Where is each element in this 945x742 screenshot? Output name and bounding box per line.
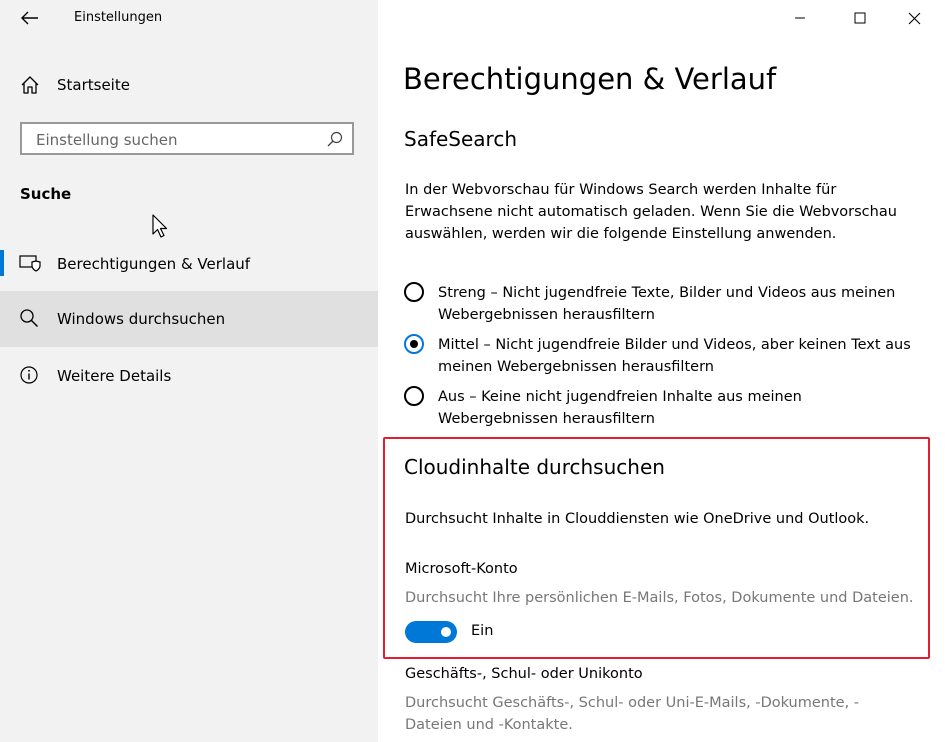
info-icon xyxy=(19,365,39,389)
sidebar: Einstellungen Startseite Suche B xyxy=(0,0,378,742)
radio-label: Aus – Keine nicht jugendfreien Inhalte a… xyxy=(438,389,802,427)
sidebar-item-search-windows[interactable]: Windows durchsuchen xyxy=(0,291,378,347)
sidebar-item-label: Startseite xyxy=(57,76,130,94)
work-account-label: Geschäfts-, Schul- oder Unikonto xyxy=(405,666,643,682)
radio-option-strict[interactable]: Streng – Nicht jugendfreie Texte, Bilder… xyxy=(404,282,924,326)
active-indicator xyxy=(0,250,4,276)
microsoft-account-label: Microsoft-Konto xyxy=(405,561,518,577)
radio-button[interactable] xyxy=(404,386,424,406)
safesearch-heading: SafeSearch xyxy=(404,127,518,151)
microsoft-account-toggle[interactable] xyxy=(405,621,457,643)
back-arrow-icon xyxy=(21,11,38,25)
maximize-icon xyxy=(854,12,866,24)
cloud-search-heading: Cloudinhalte durchsuchen xyxy=(404,455,665,479)
sidebar-item-label: Berechtigungen & Verlauf xyxy=(57,255,251,273)
sidebar-item-permissions-history[interactable]: Berechtigungen & Verlauf xyxy=(0,236,378,292)
radio-option-off[interactable]: Aus – Keine nicht jugendfreien Inhalte a… xyxy=(404,386,924,430)
home-icon xyxy=(20,75,40,99)
permissions-history-icon xyxy=(19,253,41,277)
radio-button[interactable] xyxy=(404,282,424,302)
minimize-icon xyxy=(795,17,805,19)
toggle-state-label: Ein xyxy=(471,623,494,639)
main-content: Berechtigungen & Verlauf SafeSearch In d… xyxy=(378,0,945,742)
sidebar-item-more-details[interactable]: Weitere Details xyxy=(0,348,378,404)
sidebar-item-label: Windows durchsuchen xyxy=(57,310,226,328)
settings-search-input[interactable] xyxy=(34,129,318,151)
settings-search-box[interactable] xyxy=(20,122,354,155)
radio-button-selected[interactable] xyxy=(404,334,424,354)
minimize-button[interactable] xyxy=(777,6,823,30)
work-account-description: Durchsucht Geschäfts-, Schul- oder Uni-E… xyxy=(405,695,860,733)
close-icon xyxy=(908,12,920,24)
radio-label: Streng – Nicht jugendfreie Texte, Bilder… xyxy=(438,285,896,323)
cloud-search-description: Durchsucht Inhalte in Clouddiensten wie … xyxy=(405,511,870,527)
sidebar-item-home[interactable]: Startseite xyxy=(0,66,378,104)
microsoft-account-description: Durchsucht Ihre persönlichen E-Mails, Fo… xyxy=(405,590,914,606)
maximize-button[interactable] xyxy=(837,6,883,30)
page-title: Berechtigungen & Verlauf xyxy=(403,62,777,96)
radio-option-moderate[interactable]: Mittel – Nicht jugendfreie Bilder und Vi… xyxy=(404,334,924,378)
back-button[interactable] xyxy=(18,6,42,30)
search-icon[interactable] xyxy=(326,130,344,152)
window-title: Einstellungen xyxy=(74,10,163,25)
close-button[interactable] xyxy=(891,6,937,30)
search-icon xyxy=(19,308,39,332)
radio-label: Mittel – Nicht jugendfreie Bilder und Vi… xyxy=(438,337,911,375)
sidebar-section-label: Suche xyxy=(20,185,72,203)
sidebar-item-label: Weitere Details xyxy=(57,367,172,385)
safesearch-description: In der Webvorschau für Windows Search we… xyxy=(405,182,897,242)
